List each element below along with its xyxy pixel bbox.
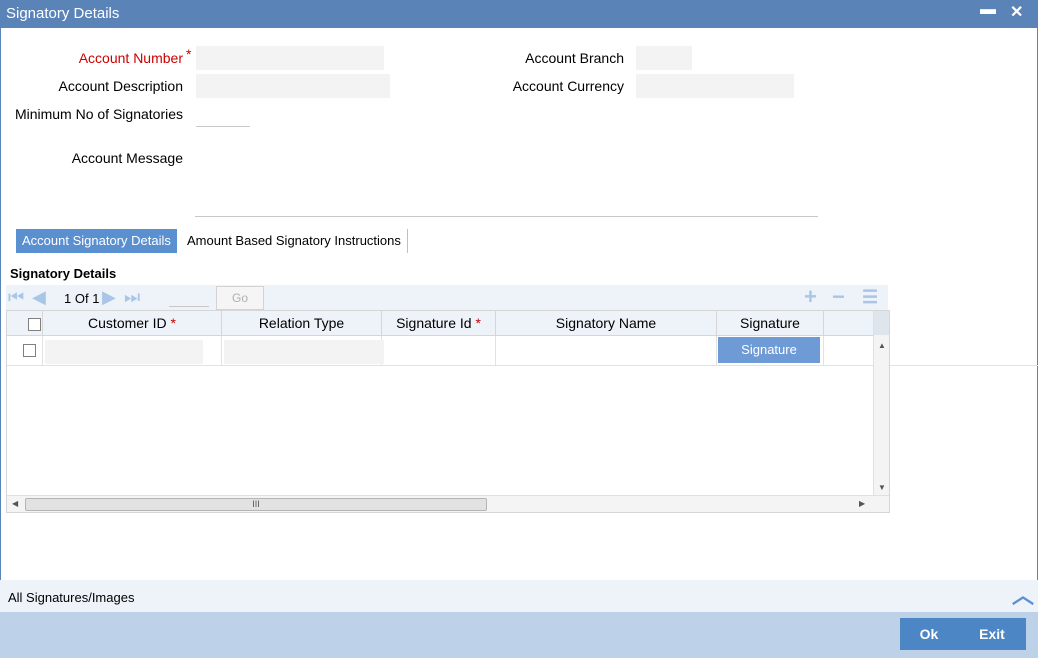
col-signature-id[interactable]: Signature Id * bbox=[382, 311, 496, 335]
required-star: * bbox=[475, 315, 481, 331]
divider bbox=[888, 365, 1038, 366]
account-message-label: Account Message bbox=[71, 150, 183, 166]
first-page-icon[interactable]: ⏮ bbox=[8, 288, 24, 306]
required-star: * bbox=[186, 46, 192, 62]
account-branch-label: Account Branch bbox=[525, 50, 624, 66]
title-bar: Signatory Details ▬ ✕ bbox=[0, 0, 1038, 28]
window-title: Signatory Details bbox=[6, 5, 120, 22]
signatory-name-cell[interactable] bbox=[496, 336, 717, 365]
account-number-label: Account Number bbox=[78, 50, 183, 66]
vertical-scrollbar[interactable]: ▲ ▼ bbox=[873, 311, 889, 496]
vertical-scroll-header bbox=[874, 311, 889, 335]
customer-id-input[interactable] bbox=[45, 340, 203, 364]
page-number-input[interactable] bbox=[169, 306, 209, 307]
min-signatories-field[interactable] bbox=[196, 102, 250, 127]
signature-id-cell[interactable] bbox=[382, 336, 496, 365]
relation-type-cell bbox=[222, 336, 384, 365]
col-relation-type[interactable]: Relation Type bbox=[222, 311, 382, 335]
row-checkbox[interactable] bbox=[23, 344, 36, 357]
horizontal-scrollbar[interactable]: ◀ III ▶ bbox=[7, 495, 889, 512]
account-currency-label: Account Currency bbox=[512, 78, 624, 94]
grid-toolbar: ⏮ ◀ 1 Of 1 ▶ ⏭ Go + − ☰ bbox=[6, 285, 888, 310]
all-signatures-bar: All Signatures/Images ︿ bbox=[0, 580, 1038, 612]
scroll-down-icon[interactable]: ▼ bbox=[878, 483, 886, 492]
account-currency-field[interactable] bbox=[636, 74, 794, 98]
account-description-field[interactable] bbox=[196, 74, 390, 98]
tab-account-signatory-details[interactable]: Account Signatory Details bbox=[16, 229, 177, 253]
signatory-grid: Customer ID * Relation Type Signature Id… bbox=[6, 310, 890, 513]
ok-button[interactable]: Ok bbox=[900, 618, 958, 650]
add-row-icon[interactable]: + bbox=[804, 286, 817, 308]
select-all-checkbox[interactable] bbox=[28, 318, 41, 331]
next-page-icon[interactable]: ▶ bbox=[102, 288, 116, 306]
window-border-left bbox=[0, 28, 1, 658]
table-row: Signature bbox=[7, 336, 873, 366]
chevron-up-icon[interactable]: ︿ bbox=[1012, 578, 1034, 610]
minimize-icon[interactable]: ▬ bbox=[980, 1, 996, 19]
exit-button[interactable]: Exit bbox=[958, 618, 1026, 650]
scroll-up-icon[interactable]: ▲ bbox=[878, 341, 886, 350]
required-star: * bbox=[170, 315, 176, 331]
previous-page-icon[interactable]: ◀ bbox=[32, 288, 46, 306]
section-title: Signatory Details bbox=[10, 266, 117, 281]
page-total: 1 bbox=[92, 291, 100, 306]
scroll-right-icon[interactable]: ▶ bbox=[859, 499, 865, 508]
col-signature[interactable]: Signature bbox=[717, 311, 824, 335]
account-branch-field[interactable] bbox=[636, 46, 692, 70]
single-view-icon[interactable]: ☰ bbox=[862, 286, 878, 308]
relation-type-input[interactable] bbox=[224, 340, 384, 364]
min-signatories-label: Minimum No of Signatories bbox=[14, 106, 183, 122]
go-button[interactable]: Go bbox=[216, 286, 264, 310]
all-signatures-link[interactable]: All Signatures/Images bbox=[8, 590, 134, 605]
grid-header: Customer ID * Relation Type Signature Id… bbox=[7, 311, 873, 336]
page-of: Of bbox=[74, 291, 89, 306]
col-relation-type-label: Relation Type bbox=[258, 315, 345, 331]
col-customer-id-label: Customer ID bbox=[88, 315, 167, 331]
col-customer-id[interactable]: Customer ID * bbox=[43, 311, 222, 335]
delete-row-icon[interactable]: − bbox=[832, 286, 845, 308]
scroll-left-icon[interactable]: ◀ bbox=[12, 499, 18, 508]
account-number-field[interactable] bbox=[196, 46, 384, 70]
last-page-icon[interactable]: ⏭ bbox=[124, 288, 140, 306]
col-signatory-name[interactable]: Signatory Name bbox=[496, 311, 717, 335]
page-indicator: 1 Of 1 bbox=[64, 291, 99, 306]
account-description-label: Account Description bbox=[58, 78, 183, 94]
select-all-cell bbox=[7, 311, 43, 335]
footer-bar: Ok Exit bbox=[0, 612, 1038, 658]
tab-amount-based-signatory-instructions[interactable]: Amount Based Signatory Instructions bbox=[181, 229, 408, 253]
col-signature-label: Signature bbox=[740, 315, 800, 331]
page-current: 1 bbox=[64, 291, 72, 306]
signature-button[interactable]: Signature bbox=[718, 337, 820, 363]
close-icon[interactable]: ✕ bbox=[1010, 2, 1023, 22]
col-signature-id-label: Signature Id bbox=[396, 315, 472, 331]
row-select-cell bbox=[7, 336, 43, 365]
horizontal-scroll-thumb[interactable]: III bbox=[25, 498, 487, 511]
customer-id-cell bbox=[43, 336, 222, 365]
account-message-field[interactable] bbox=[195, 216, 818, 217]
col-signatory-name-label: Signatory Name bbox=[555, 315, 657, 331]
